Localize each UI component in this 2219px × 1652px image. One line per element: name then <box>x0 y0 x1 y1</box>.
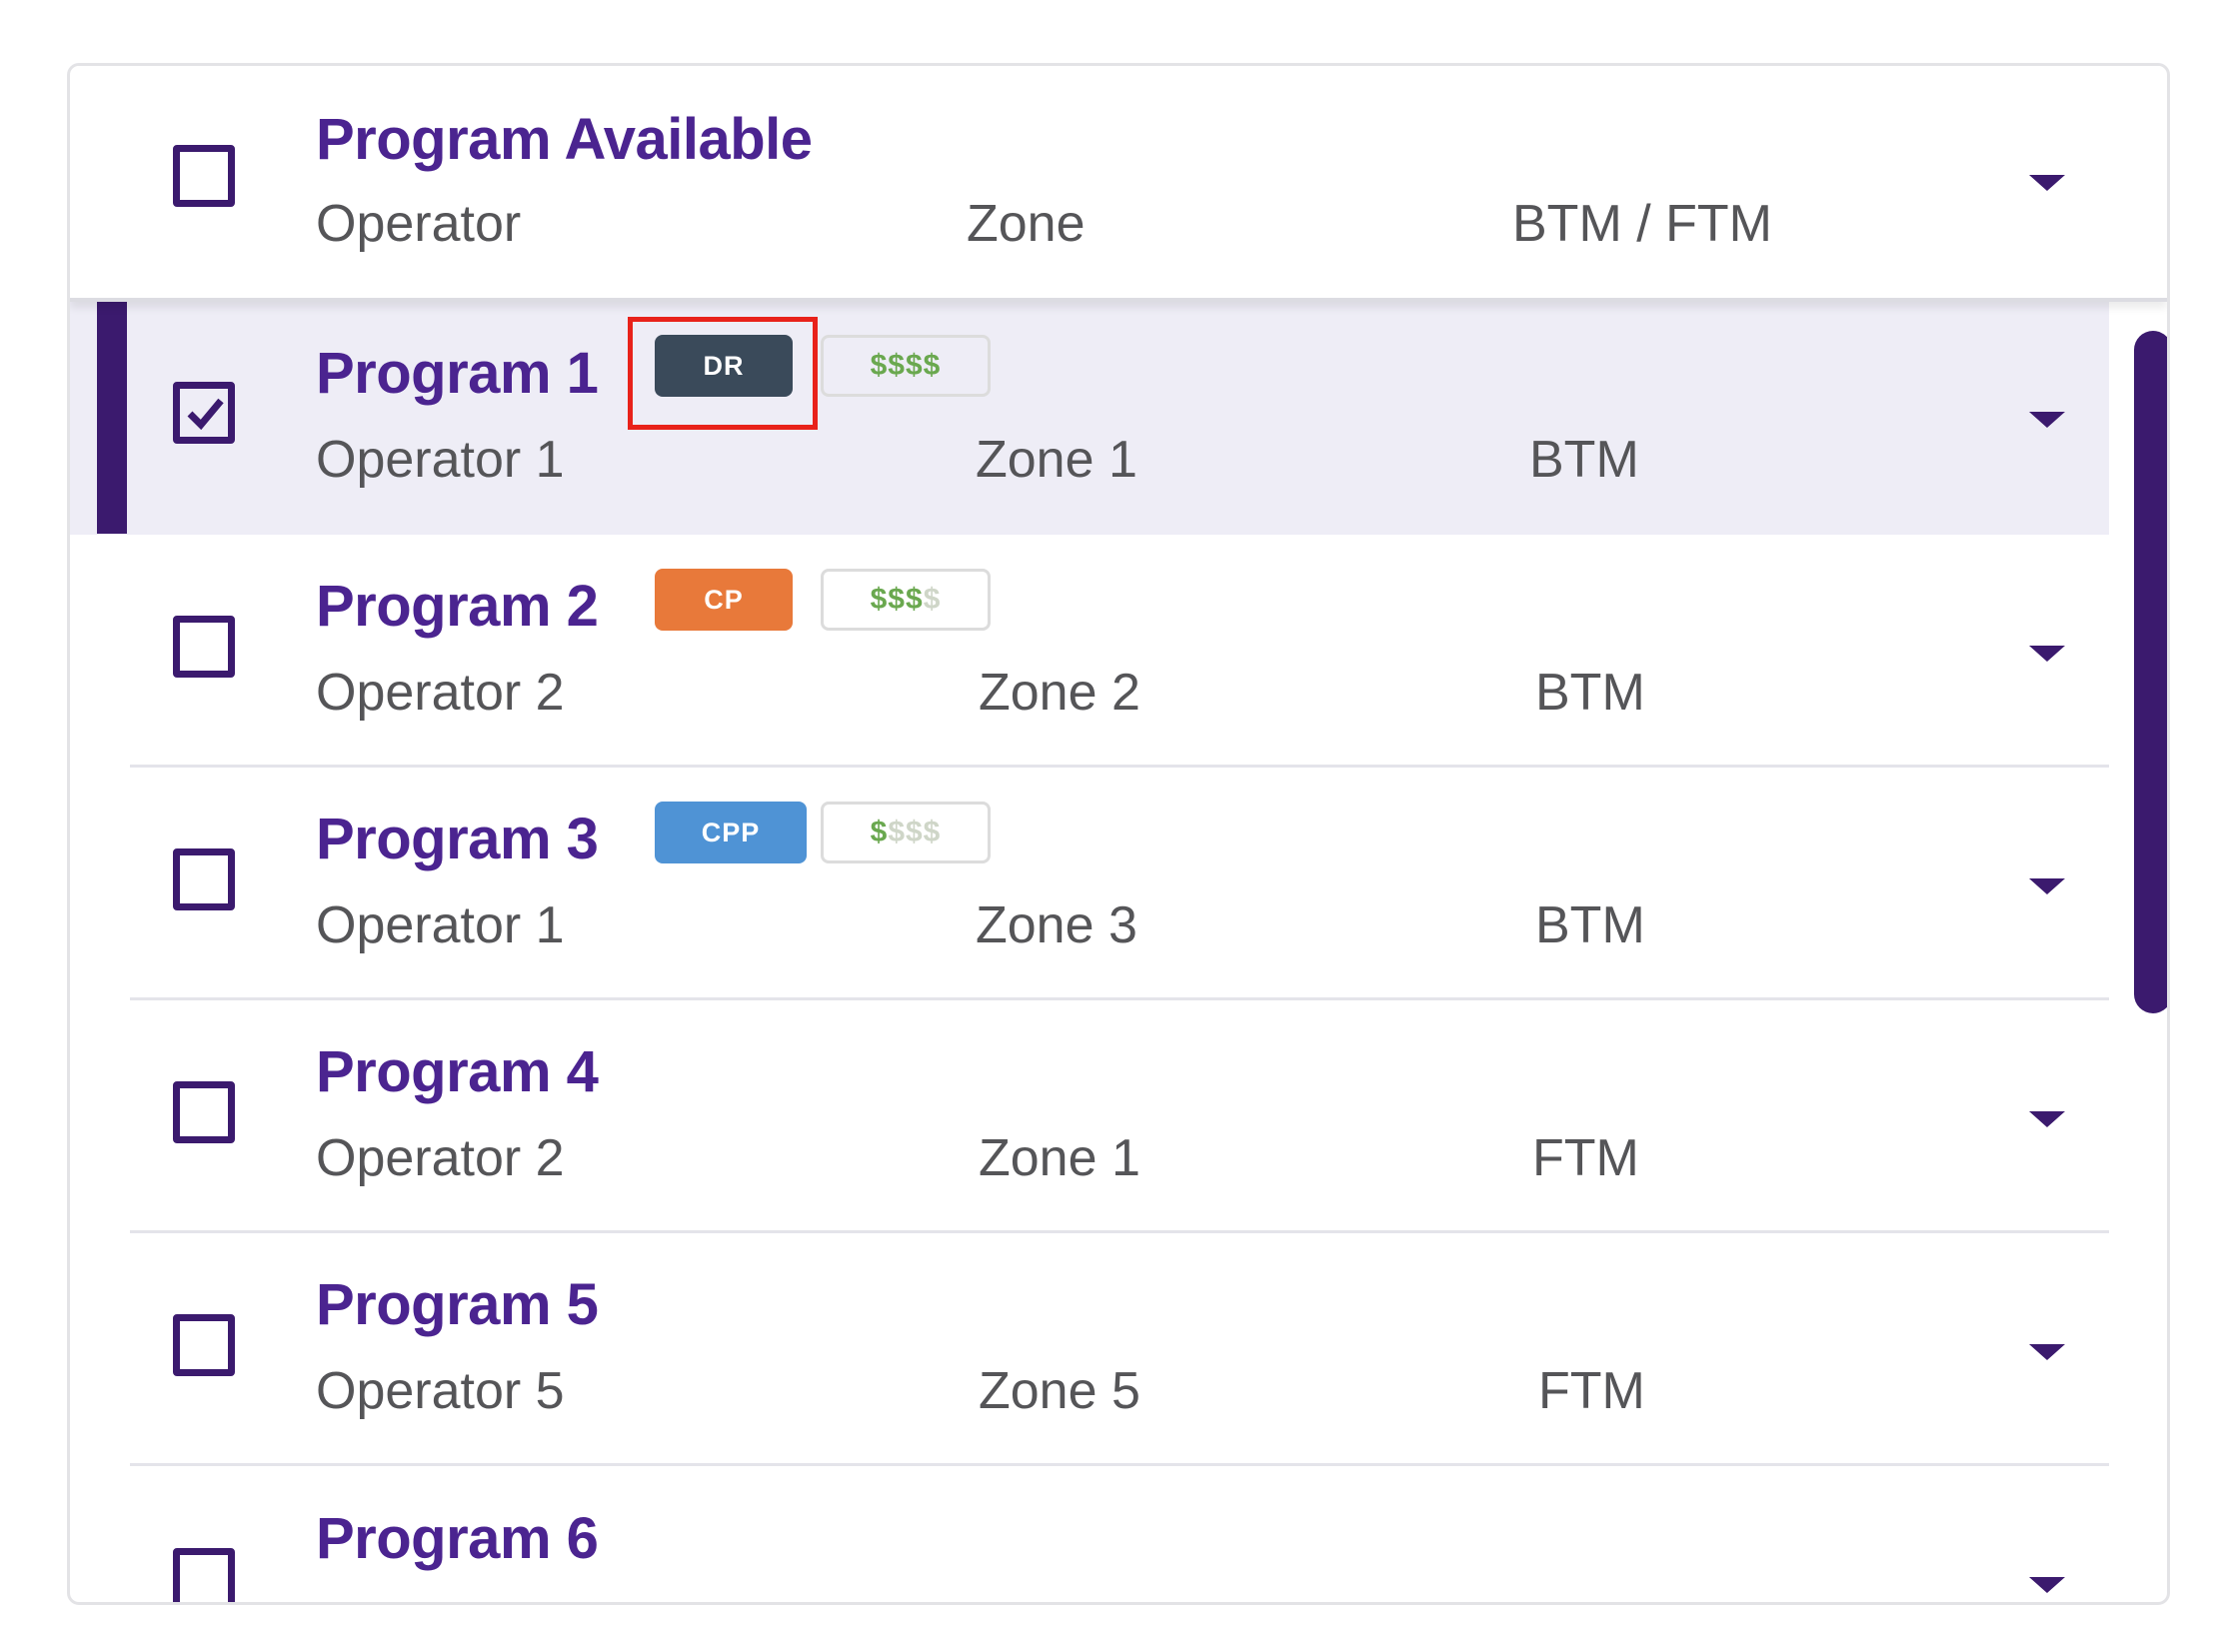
header-col-operator: Operator <box>316 195 522 253</box>
program-type-badge: CPP <box>655 802 807 863</box>
row-checkbox[interactable] <box>173 1548 235 1602</box>
select-all-checkbox[interactable] <box>173 145 235 207</box>
header-col-zone: Zone <box>967 195 1086 253</box>
program-type: BTM <box>1535 896 1645 954</box>
program-zone: Zone 2 <box>979 664 1140 722</box>
program-operator: Operator 1 <box>316 896 565 954</box>
program-type: BTM <box>1529 431 1639 489</box>
price-level-badge: $$$$ <box>821 802 991 863</box>
expand-chevron-down-icon[interactable] <box>2029 412 2065 428</box>
program-type: FTM <box>1532 1129 1639 1187</box>
expand-chevron-down-icon[interactable] <box>2029 1344 2065 1360</box>
row-checkbox[interactable] <box>173 616 235 678</box>
row-checkbox[interactable] <box>173 382 235 444</box>
price-level-badge: $$$$ <box>821 569 991 631</box>
row-checkbox[interactable] <box>173 848 235 910</box>
scrollbar-thumb[interactable] <box>2134 331 2167 1013</box>
list-item[interactable]: Program 2 CP $$$ $ Operator 2 Zone 2 BTM <box>70 535 2109 768</box>
expand-chevron-down-icon[interactable] <box>2029 878 2065 894</box>
program-type-badge: CP <box>655 569 793 631</box>
price-symbols-on: $$$$ <box>870 349 942 382</box>
list-item[interactable]: Program 3 CPP $ $$$ Operator 1 Zone 3 BTM <box>70 768 2109 1000</box>
program-title: Program 1 <box>316 341 599 406</box>
program-type: BTM <box>1535 664 1645 722</box>
header-col-type: BTM / FTM <box>1512 195 1772 253</box>
header-chevron-down-icon[interactable] <box>2029 175 2065 191</box>
list-item[interactable]: Program 1 DR $$$$ Operator 1 Zone 1 BTM <box>70 302 2109 535</box>
program-title: Program 2 <box>316 574 599 639</box>
expand-chevron-down-icon[interactable] <box>2029 646 2065 662</box>
selected-accent-bar <box>97 302 127 534</box>
program-list: Program 1 DR $$$$ Operator 1 Zone 1 BTM … <box>70 302 2167 1602</box>
row-checkbox[interactable] <box>173 1314 235 1376</box>
program-type-badge: DR <box>655 335 793 397</box>
checkmark-icon <box>187 398 224 431</box>
program-title: Program 4 <box>316 1039 599 1104</box>
program-zone: Zone 5 <box>979 1362 1140 1420</box>
program-zone: Zone 1 <box>979 1129 1140 1187</box>
program-zone: Zone 1 <box>976 431 1137 489</box>
list-item[interactable]: Program 5 Operator 5 Zone 5 FTM <box>70 1233 2109 1466</box>
list-item[interactable]: Program 4 Operator 2 Zone 1 FTM <box>70 1000 2109 1233</box>
program-title: Program 6 <box>316 1506 599 1571</box>
program-operator: Operator 1 <box>316 431 565 489</box>
expand-chevron-down-icon[interactable] <box>2029 1111 2065 1127</box>
program-title: Program 3 <box>316 807 599 871</box>
row-checkbox[interactable] <box>173 1081 235 1143</box>
program-type: FTM <box>1538 1362 1645 1420</box>
price-level-badge: $$$$ <box>821 335 991 397</box>
expand-chevron-down-icon[interactable] <box>2029 1577 2065 1593</box>
program-zone: Zone 3 <box>976 896 1137 954</box>
program-title: Program 5 <box>316 1272 599 1337</box>
program-operator: Operator 2 <box>316 1129 565 1187</box>
program-list-panel: Program Available Operator Zone BTM / FT… <box>67 63 2170 1605</box>
program-operator: Operator 2 <box>316 664 565 722</box>
list-header: Program Available Operator Zone BTM / FT… <box>70 66 2167 302</box>
header-title: Program Available <box>316 107 813 172</box>
program-operator: Operator 5 <box>316 1362 565 1420</box>
list-item[interactable]: Program 6 <box>70 1466 2109 1602</box>
